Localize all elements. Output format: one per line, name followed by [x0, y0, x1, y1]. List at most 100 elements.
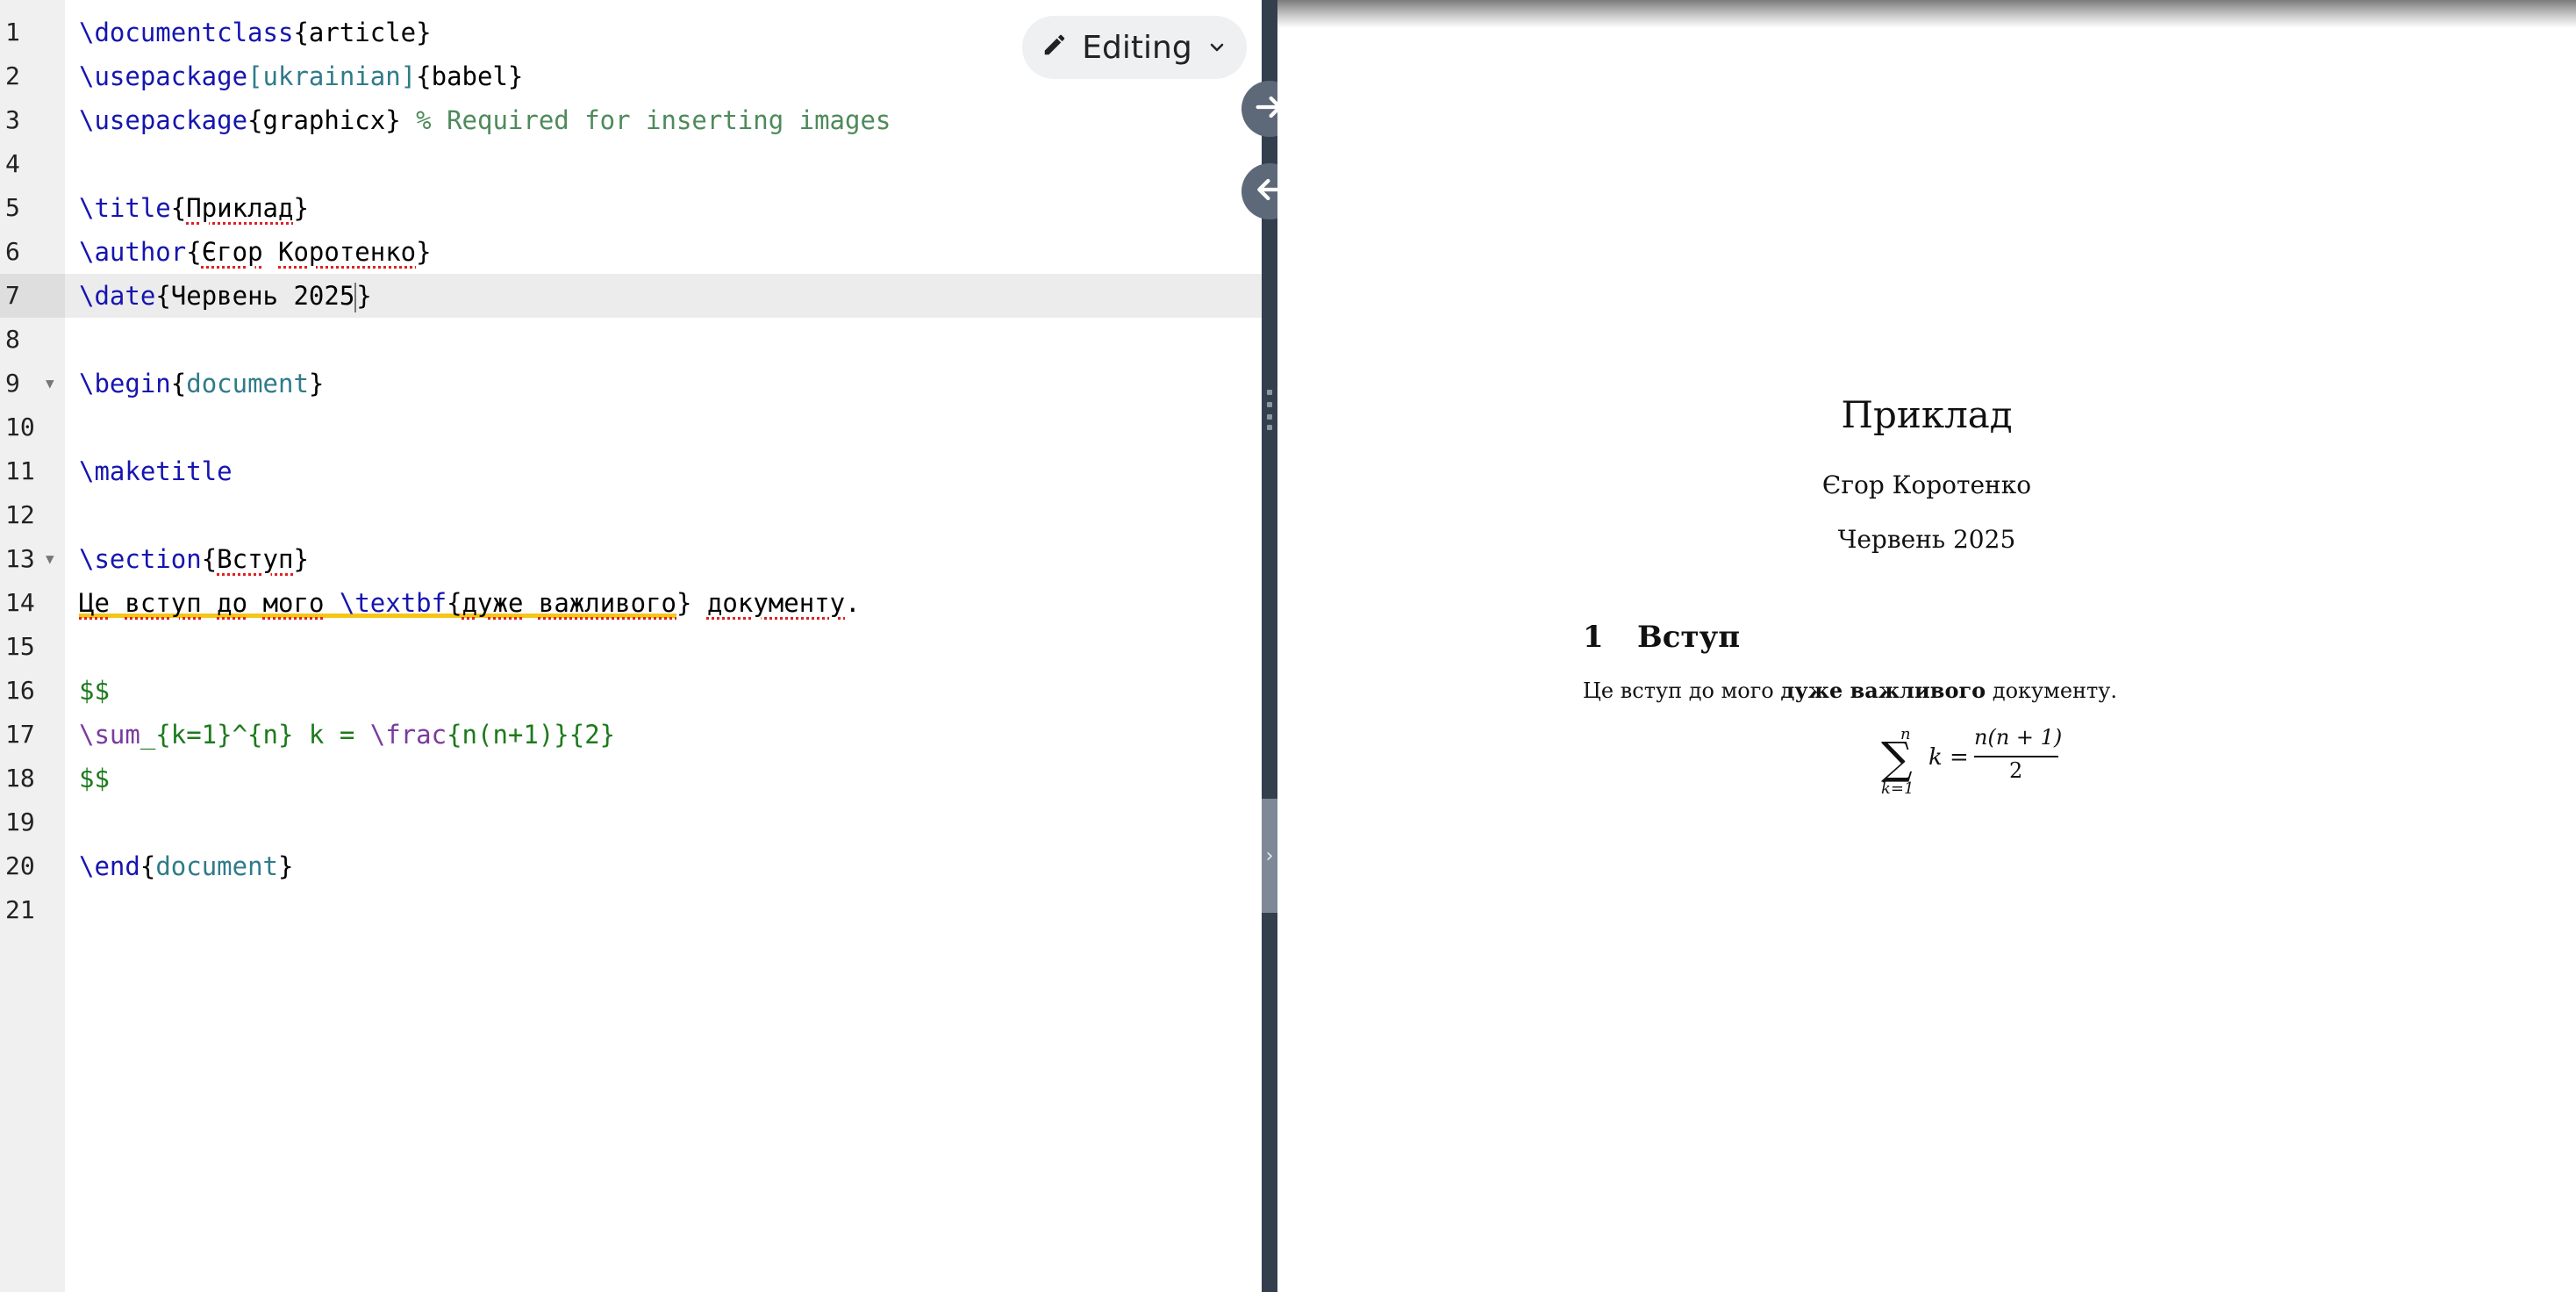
- line-number: 8: [5, 325, 20, 354]
- line-number: 15: [5, 632, 35, 661]
- brace: {: [416, 61, 432, 91]
- latex-command: \maketitle: [79, 456, 233, 486]
- code-line-empty[interactable]: [65, 888, 1262, 932]
- line-number: 21: [5, 895, 35, 924]
- pencil-icon: [1041, 30, 1068, 66]
- code-line[interactable]: \usepackage{graphicx} % Required for ins…: [65, 98, 1262, 142]
- code-line-empty[interactable]: [65, 800, 1262, 844]
- section-title: Вступ: [1637, 620, 1741, 655]
- spellcheck-word[interactable]: мого: [263, 588, 325, 618]
- code-line[interactable]: $$: [65, 669, 1262, 713]
- line-number: 20: [5, 851, 35, 880]
- code-line[interactable]: \author{Єгор Коротенко}: [65, 230, 1262, 274]
- brace: {: [186, 237, 202, 267]
- line-number: 3: [5, 105, 20, 134]
- brace: }: [278, 851, 294, 881]
- drag-handle-icon[interactable]: [1262, 386, 1277, 435]
- math-text: _{k=1}^{n} k =: [140, 720, 370, 750]
- code-lines[interactable]: \documentclass{article} \usepackage[ukra…: [65, 11, 1262, 932]
- section-number: 1: [1583, 620, 1604, 655]
- code-line[interactable]: Це вступ до мого \textbf{дуже важливого}…: [65, 581, 1262, 625]
- line-number: 13 ▼: [0, 537, 65, 581]
- equation-lhs: k =: [1928, 744, 1969, 771]
- code-line-empty[interactable]: [65, 493, 1262, 537]
- period: .: [845, 588, 861, 618]
- latex-command: \date: [79, 281, 156, 311]
- line-number: 9 ▼: [0, 362, 65, 406]
- code-line[interactable]: \title{Приклад}: [65, 186, 1262, 230]
- fold-arrow-icon[interactable]: ▼: [46, 537, 54, 581]
- line-number: 16: [5, 676, 35, 705]
- spellcheck-word[interactable]: дуже: [462, 588, 524, 618]
- code-line-empty[interactable]: [65, 142, 1262, 186]
- spellcheck-word[interactable]: Приклад: [186, 193, 293, 223]
- code-line[interactable]: $$: [65, 757, 1262, 800]
- page-top-shadow: [1277, 0, 2576, 28]
- brace: }: [293, 544, 309, 574]
- command-argument: babel: [431, 61, 508, 91]
- latex-command: \author: [79, 237, 187, 267]
- spellcheck-word[interactable]: Вступ: [217, 544, 293, 574]
- latex-command: \usepackage: [79, 105, 248, 135]
- document-author: Єгор Коротенко: [1821, 470, 2032, 499]
- code-line[interactable]: \begin{document}: [65, 362, 1262, 406]
- line-number: 4: [5, 149, 20, 178]
- brace: {: [447, 588, 462, 618]
- body-text: документу.: [1986, 678, 2118, 703]
- spellcheck-word[interactable]: Єгор: [202, 237, 263, 267]
- line-number: 2: [5, 61, 20, 90]
- code-line-active[interactable]: \date{Червень 2025}: [65, 274, 1262, 318]
- code-line[interactable]: \section{Вступ}: [65, 537, 1262, 581]
- document-title: Приклад: [1841, 393, 2013, 436]
- spellcheck-word[interactable]: Це: [79, 588, 110, 618]
- fold-arrow-icon[interactable]: ▼: [46, 362, 54, 406]
- document-date: Червень 2025: [1837, 525, 2016, 554]
- editing-mode-button[interactable]: Editing: [1022, 16, 1247, 79]
- code-line-empty[interactable]: [65, 625, 1262, 669]
- code-line-empty[interactable]: [65, 318, 1262, 362]
- math-command: \frac: [369, 720, 447, 750]
- math-command: \sum: [79, 720, 140, 750]
- code-line[interactable]: \sum_{k=1}^{n} k = \frac{n(n+1)}{2}: [65, 713, 1262, 757]
- brace: }: [308, 369, 325, 398]
- spellcheck-word[interactable]: документу: [707, 588, 845, 618]
- chevron-down-icon: [1206, 30, 1227, 66]
- brace: {: [155, 281, 171, 311]
- code-line[interactable]: \end{document}: [65, 844, 1262, 888]
- code-line-empty[interactable]: [65, 406, 1262, 449]
- fraction-bar: [1974, 756, 2058, 757]
- line-number: 12: [5, 500, 35, 529]
- spellcheck-word[interactable]: важливого: [539, 588, 676, 618]
- latex-command: \section: [79, 544, 202, 574]
- brace: {: [170, 369, 187, 398]
- brace: }: [416, 237, 432, 267]
- spellcheck-word[interactable]: до: [217, 588, 247, 618]
- math-delimiter: $$: [79, 676, 110, 706]
- latex-command: \end: [79, 851, 140, 881]
- collapse-pane-button[interactable]: ›: [1262, 799, 1277, 913]
- body-paragraph: Це вступ до мого дуже важливого документ…: [1583, 678, 2117, 703]
- command-option: ukrainian: [262, 61, 401, 91]
- body-bold-text: дуже важливого: [1780, 678, 1986, 703]
- brace: {: [293, 18, 309, 47]
- pdf-preview[interactable]: Приклад Єгор Коротенко Червень 2025 1 Вст…: [1277, 0, 2576, 1292]
- command-argument: Червень 2025: [170, 281, 355, 311]
- line-number: 18: [5, 764, 35, 793]
- fraction-numerator: n(n + 1): [1974, 725, 2063, 750]
- command-argument: article: [308, 18, 417, 47]
- code-editor[interactable]: 1 2 3 4 5 6 7 8 9 ▼ 10 11 12 13 ▼ 14 15 16…: [0, 0, 1262, 1292]
- brace: }: [356, 281, 372, 311]
- line-number: 1: [5, 18, 20, 47]
- spellcheck-word[interactable]: вступ: [125, 588, 201, 618]
- line-number: 19: [5, 808, 35, 836]
- bracket: [: [247, 61, 263, 91]
- line-number-active: 7: [0, 274, 65, 318]
- code-line[interactable]: \maketitle: [65, 449, 1262, 493]
- line-number: 11: [5, 456, 35, 485]
- environment-name: document: [155, 851, 278, 881]
- spellcheck-word[interactable]: Коротенко: [278, 237, 416, 267]
- bracket: ]: [400, 61, 417, 91]
